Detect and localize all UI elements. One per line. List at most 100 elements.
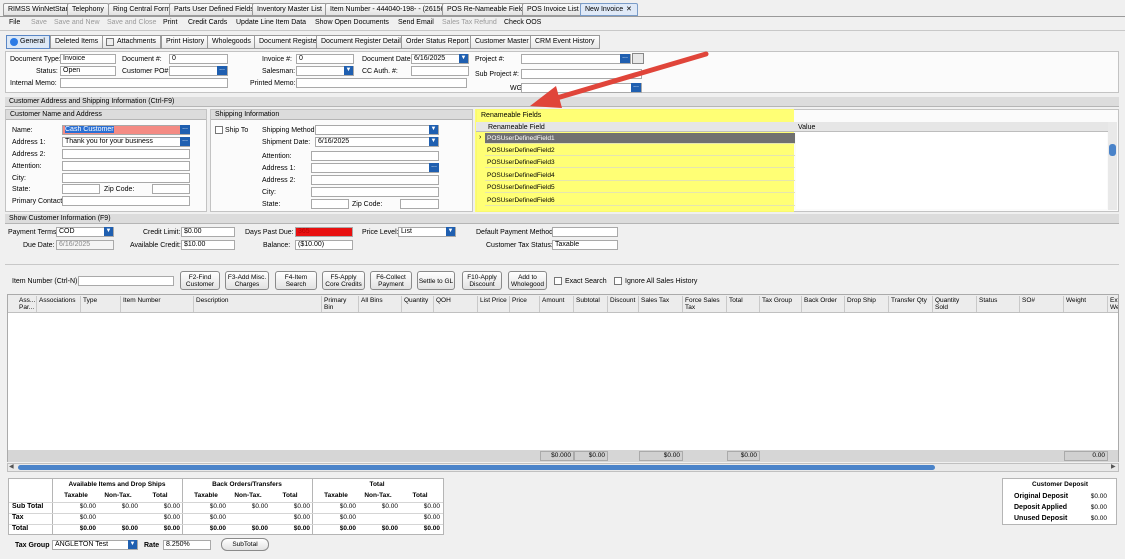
- cc-auth-field[interactable]: [411, 66, 469, 76]
- send-email-button[interactable]: Send Email: [398, 19, 434, 26]
- col-header[interactable]: Type: [81, 296, 121, 312]
- printed-memo-field[interactable]: [296, 78, 467, 88]
- doc-tab[interactable]: Ring Central Form: [108, 3, 176, 16]
- doc-tab[interactable]: Item Number - 444040-198- - (26156): [325, 3, 452, 16]
- col-header[interactable]: Force Sales Tax: [683, 296, 727, 312]
- address2-field[interactable]: [62, 149, 190, 159]
- check-oos-button[interactable]: Check OOS: [504, 19, 541, 26]
- renameable-row[interactable]: POSUserDefinedField4: [485, 170, 795, 181]
- col-header[interactable]: List Price: [478, 296, 510, 312]
- collect-payment-button[interactable]: F6-Collect Payment: [370, 271, 412, 290]
- col-header[interactable]: QOH: [434, 296, 478, 312]
- renameable-row[interactable]: POSUserDefinedField2: [485, 145, 795, 156]
- renameable-row-selected[interactable]: POSUserDefinedField1: [485, 133, 795, 144]
- doc-tab[interactable]: RIMSS WinNetStar: [3, 3, 73, 16]
- col-header[interactable]: Associations: [37, 296, 81, 312]
- save-and-close-button[interactable]: Save and Close: [107, 19, 156, 26]
- col-header[interactable]: Amount: [540, 296, 574, 312]
- renameable-row[interactable]: POSUserDefinedField3: [485, 157, 795, 168]
- chevron-down-icon[interactable]: ▼: [429, 137, 438, 146]
- ellipsis-button[interactable]: ...: [180, 124, 190, 134]
- show-open-documents-button[interactable]: Show Open Documents: [315, 19, 389, 26]
- close-icon[interactable]: ✕: [626, 5, 632, 13]
- apply-core-credits-button[interactable]: F5-Apply Core Credits: [322, 271, 365, 290]
- col-header[interactable]: Status: [977, 296, 1020, 312]
- col-header[interactable]: Item Number: [121, 296, 194, 312]
- primary-contact-field[interactable]: [62, 196, 190, 206]
- file-menu[interactable]: File: [9, 19, 20, 26]
- invoice-num-field[interactable]: 0: [296, 54, 354, 64]
- show-cust-info-header[interactable]: Show Customer Information (F9): [5, 214, 1119, 224]
- scrollbar-thumb[interactable]: [18, 465, 935, 470]
- add-to-wholegood-button[interactable]: Add to Wholegood: [508, 271, 547, 290]
- col-header[interactable]: Price: [510, 296, 540, 312]
- line-items-grid[interactable]: [7, 294, 1119, 462]
- ignore-history-checkbox[interactable]: [614, 277, 622, 285]
- tab-general[interactable]: General: [6, 35, 50, 49]
- ellipsis-button[interactable]: ...: [180, 136, 190, 146]
- doc-num-field[interactable]: 0: [169, 54, 228, 64]
- shipment-date-field[interactable]: 6/16/2025: [315, 137, 439, 147]
- col-header[interactable]: Quantity: [402, 296, 434, 312]
- save-and-new-button[interactable]: Save and New: [54, 19, 100, 26]
- tab-attachments[interactable]: Attachments: [102, 35, 161, 49]
- chevron-down-icon[interactable]: ▼: [446, 227, 455, 236]
- item-search-button[interactable]: F4-Item Search: [275, 271, 317, 290]
- scrollbar-thumb[interactable]: [1109, 144, 1116, 156]
- doc-tab[interactable]: Telephony: [67, 3, 109, 16]
- tax-group-select[interactable]: ANGLETON Test: [52, 540, 138, 550]
- col-header[interactable]: All Bins: [359, 296, 402, 312]
- address1-field[interactable]: Thank you for your business: [62, 137, 190, 147]
- due-date-field[interactable]: 6/16/2025: [56, 240, 114, 250]
- col-header[interactable]: Ext We: [1108, 296, 1118, 312]
- save-button[interactable]: Save: [31, 19, 47, 26]
- doc-tab[interactable]: Parts User Defined Fields: [169, 3, 259, 16]
- chevron-down-icon[interactable]: ▼: [344, 66, 353, 75]
- subtotal-button[interactable]: SubTotal: [221, 538, 269, 551]
- renameable-row[interactable]: POSUserDefinedField6: [485, 195, 795, 206]
- ship-city-field[interactable]: [311, 187, 439, 197]
- col-header[interactable]: Ass... Par...: [17, 296, 37, 312]
- apply-discount-button[interactable]: F10-Apply Discount: [462, 271, 502, 290]
- ellipsis-button[interactable]: ...: [429, 162, 439, 172]
- attention-field[interactable]: [62, 161, 190, 171]
- col-header[interactable]: Quantity Sold: [933, 296, 977, 312]
- chevron-down-icon[interactable]: ▼: [429, 125, 438, 134]
- ship-attention-field[interactable]: [311, 151, 439, 161]
- update-line-item-button[interactable]: Update Line Item Data: [236, 19, 306, 26]
- ship-address1-field[interactable]: [311, 163, 439, 173]
- chevron-down-icon[interactable]: ▼: [459, 54, 468, 63]
- ship-state-field[interactable]: [311, 199, 349, 209]
- col-header[interactable]: Discount: [608, 296, 639, 312]
- renameable-row[interactable]: POSUserDefinedField5: [485, 182, 795, 193]
- settle-to-gl-button[interactable]: Settle to GL: [417, 271, 455, 290]
- tab-print-history[interactable]: Print History: [161, 35, 210, 49]
- doc-tab[interactable]: Inventory Master List: [252, 3, 327, 16]
- doc-tab[interactable]: POS Re-Nameable Fields: [442, 3, 533, 16]
- exact-search-checkbox[interactable]: [554, 277, 562, 285]
- item-number-input[interactable]: [78, 276, 174, 286]
- tab-order-status-report[interactable]: Order Status Report: [401, 35, 474, 49]
- col-header[interactable]: Tax Group: [760, 296, 802, 312]
- credit-cards-button[interactable]: Credit Cards: [188, 19, 227, 26]
- default-payment-field[interactable]: [552, 227, 618, 237]
- chevron-down-icon[interactable]: ▼: [128, 540, 137, 549]
- tab-document-register[interactable]: Document Register: [254, 35, 324, 49]
- col-header[interactable]: Weight: [1064, 296, 1108, 312]
- print-button[interactable]: Print: [163, 19, 177, 26]
- tab-crm-event-history[interactable]: CRM Event History: [530, 35, 600, 49]
- sales-tax-refund-button[interactable]: Sales Tax Refund: [442, 19, 497, 26]
- ship-to-checkbox[interactable]: [215, 126, 223, 134]
- col-header[interactable]: Description: [194, 296, 322, 312]
- tab-wholegoods[interactable]: Wholegoods: [207, 35, 256, 49]
- ship-address2-field[interactable]: [311, 175, 439, 185]
- scrollbar[interactable]: [1108, 122, 1117, 210]
- col-header[interactable]: Total: [727, 296, 760, 312]
- shipping-method-select[interactable]: [315, 125, 439, 135]
- city-field[interactable]: [62, 173, 190, 183]
- col-header[interactable]: Transfer Qty: [889, 296, 933, 312]
- col-header[interactable]: Back Order: [802, 296, 845, 312]
- find-customer-button[interactable]: F2-Find Customer: [180, 271, 220, 290]
- col-header[interactable]: Subtotal: [574, 296, 608, 312]
- add-misc-charges-button[interactable]: F3-Add Misc. Charges: [225, 271, 269, 290]
